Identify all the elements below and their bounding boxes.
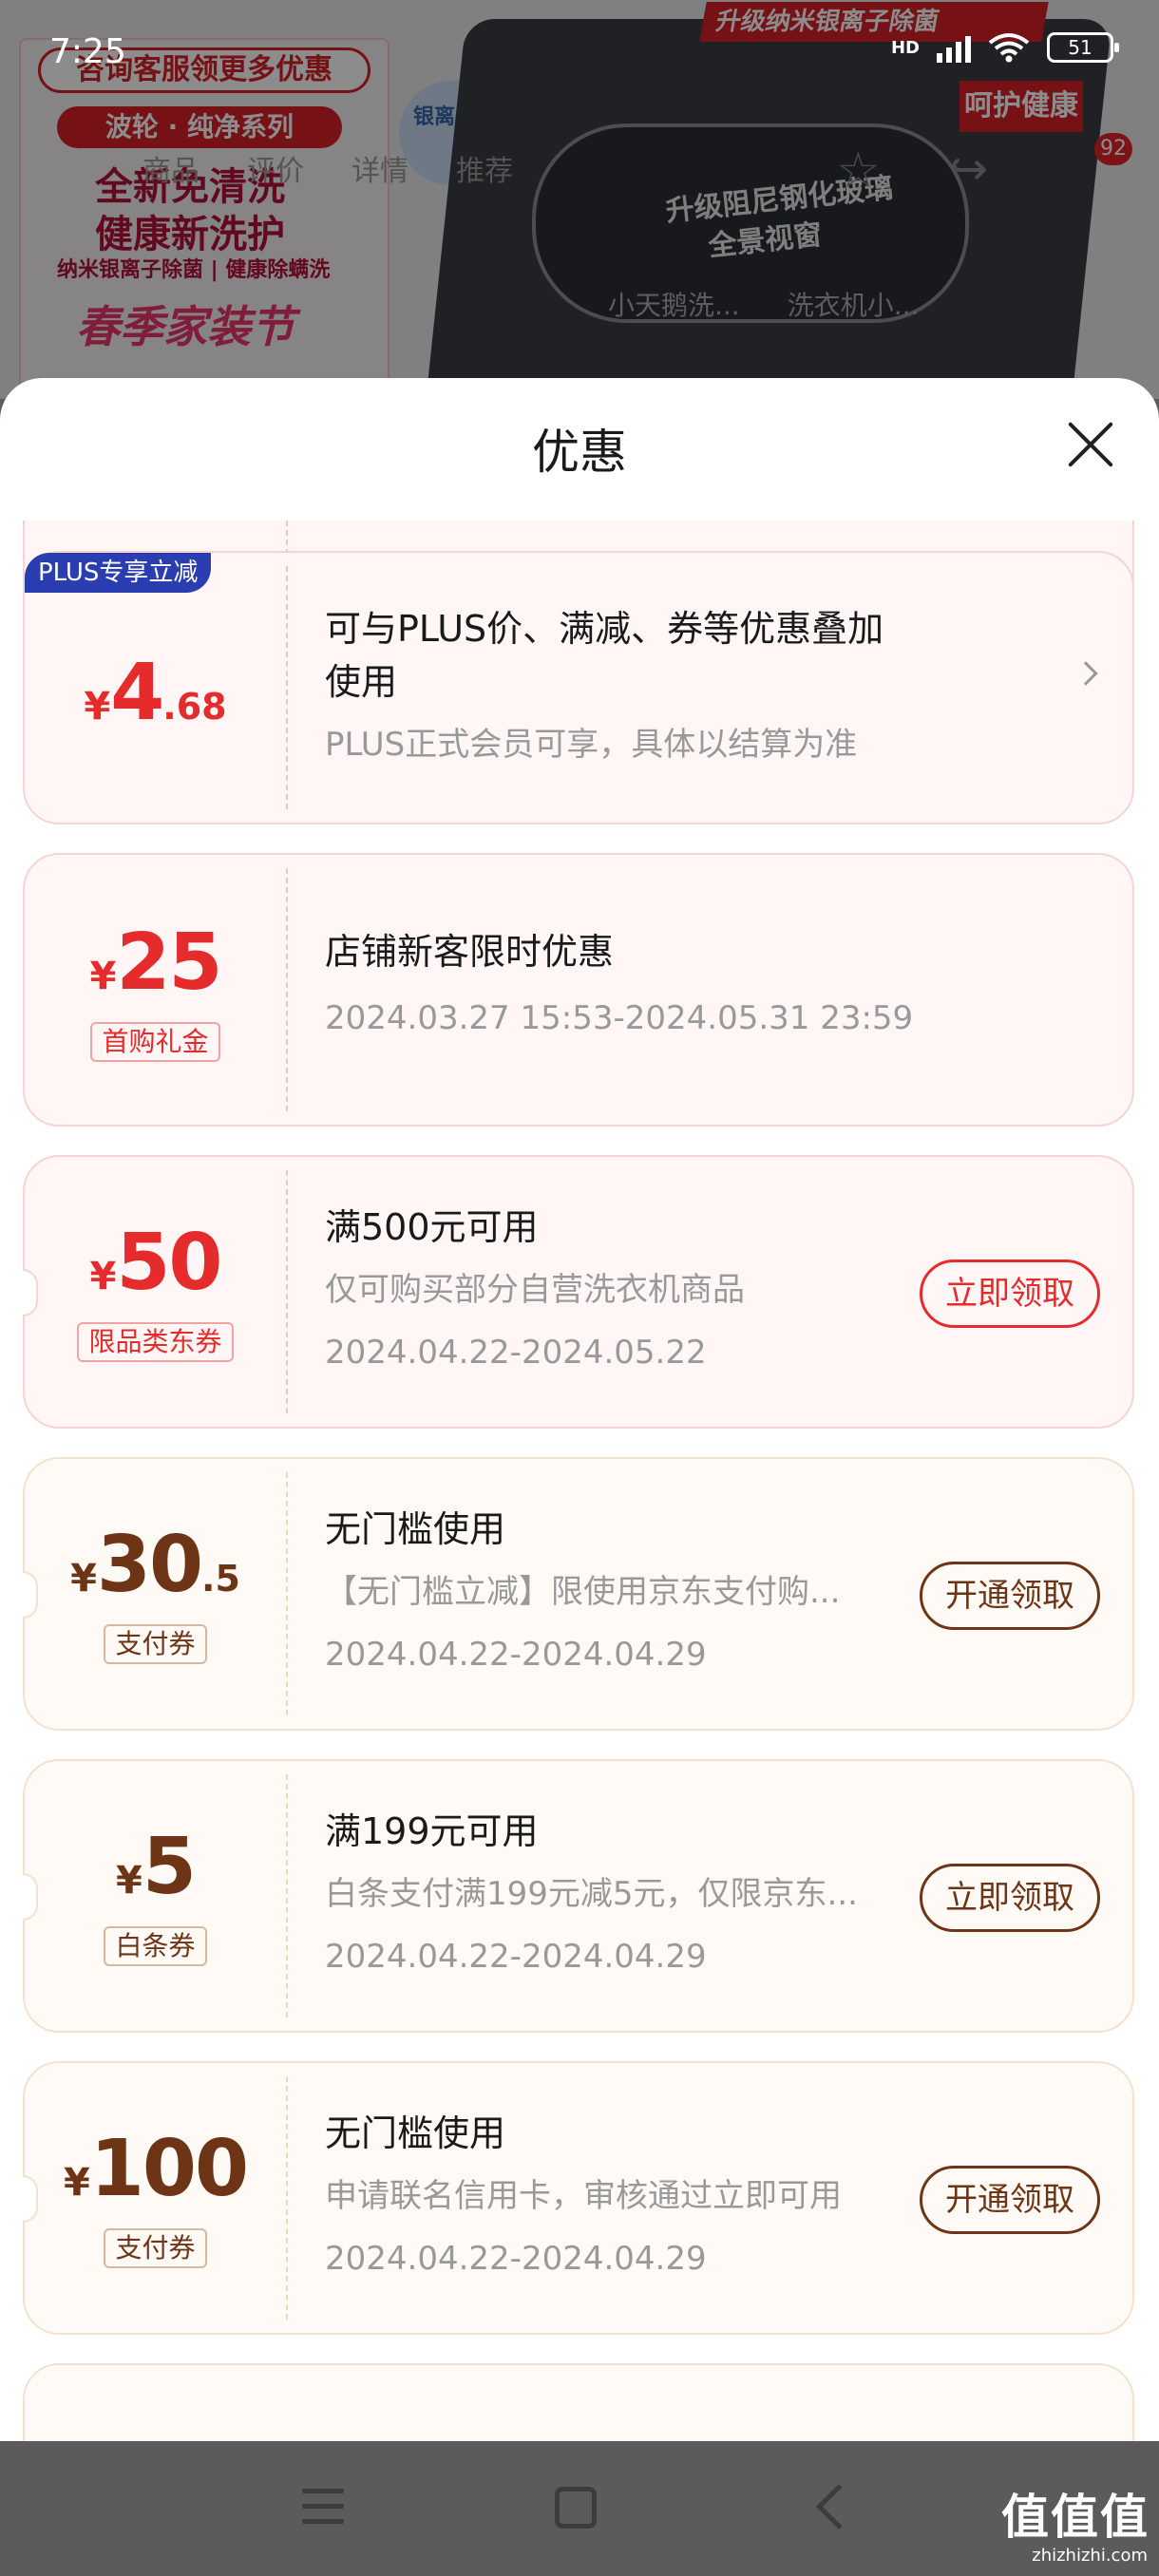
coupon-info: 无门槛使用 申请联名信用卡，审核通过立即可用 2024.04.22-2024.0… (325, 2107, 895, 2285)
coupon-card-credit[interactable]: ¥100 支付券 无门槛使用 申请联名信用卡，审核通过立即可用 2024.04.… (23, 2061, 1134, 2335)
coupon-info: 无门槛使用 【无门槛立减】限使用京东支付购... 2024.04.22-2024… (325, 1503, 895, 1681)
menu-icon[interactable] (302, 2489, 344, 2527)
coupon-title: 满199元可用 (325, 1810, 539, 1852)
coupon-amount: ¥4.68 (84, 648, 227, 738)
battery-icon: 51 (1047, 32, 1119, 63)
coupon-info: 满199元可用 白条支付满199元减5元，仅限京东... 2024.04.22-… (325, 1805, 895, 1983)
coupon-desc: PLUS正式会员可享，具体以结算为准 (325, 726, 858, 764)
close-icon[interactable] (1064, 418, 1117, 471)
coupon-desc: 白条支付满199元减5元，仅限京东... (325, 1875, 858, 1913)
claim-now-button[interactable]: 立即领取 (920, 1864, 1100, 1932)
coupon-amount: ¥5 (116, 1822, 197, 1912)
coupon-info: 满500元可用 仅可购买部分自营洗衣机商品 2024.04.22-2024.05… (325, 1201, 895, 1379)
coupon-title: 满500元可用 (325, 1206, 539, 1248)
coupon-title-cont: 使用 (325, 661, 398, 703)
signal-icon (937, 32, 971, 63)
back-icon[interactable] (815, 2483, 863, 2530)
coupon-amount: ¥100 (63, 2124, 249, 2214)
coupon-desc: 申请联名信用卡，审核通过立即可用 (325, 2177, 842, 2215)
system-nav-bar (0, 2441, 1159, 2576)
coupon-tag: 首购礼金 (25, 1022, 286, 1062)
coupon-tag: 支付券 (25, 2228, 286, 2268)
coupon-date: 2024.03.27 15:53-2024.05.31 23:59 (325, 999, 914, 1037)
coupon-card-pay[interactable]: ¥30.5 支付券 无门槛使用 【无门槛立减】限使用京东支付购... 2024.… (23, 1457, 1134, 1731)
coupon-card-category[interactable]: ¥50 限品类东券 满500元可用 仅可购买部分自营洗衣机商品 2024.04.… (23, 1155, 1134, 1429)
coupon-date: 2024.04.22-2024.04.29 (325, 2240, 707, 2278)
status-icons: HD 51 (890, 32, 1119, 63)
sheet-title: 优惠 (532, 425, 627, 480)
hd-icon: HD (890, 37, 920, 58)
coupon-tag: 限品类东券 (25, 1322, 286, 1362)
wifi-icon (988, 33, 1030, 63)
coupon-title: 无门槛使用 (325, 2112, 506, 2154)
coupon-desc: 【无门槛立减】限使用京东支付购... (325, 1573, 841, 1611)
coupon-title: 店铺新客限时优惠 (325, 931, 615, 973)
coupon-title: 可与PLUS价、满减、券等优惠叠加 (325, 608, 884, 650)
coupon-card-partial (23, 2363, 1134, 2441)
site-watermark: 值值值 (1001, 2490, 1150, 2545)
site-watermark-url: zhizhizhi.com (1032, 2546, 1148, 2566)
coupon-list[interactable]: PLUS专享立减 ¥4.68 可与PLUS价、满减、券等优惠叠加 使用 PLUS… (0, 521, 1159, 2441)
plus-badge: PLUS专享立减 (25, 553, 212, 593)
coupon-info: 可与PLUS价、满减、券等优惠叠加 使用 PLUS正式会员可享，具体以结算为准 (325, 602, 1047, 771)
coupon-tag: 支付券 (25, 1624, 286, 1664)
status-bar: 7:25 HD 51 (0, 0, 1159, 104)
coupon-amount: ¥25 (89, 918, 223, 1008)
coupon-card-baitiao[interactable]: ¥5 白条券 满199元可用 白条支付满199元减5元，仅限京东... 2024… (23, 1759, 1134, 2033)
discount-sheet: 优惠 PLUS专享立减 ¥4.68 可与PLUS价、满减、券等优惠叠加 使用 P… (0, 378, 1159, 2441)
coupon-amount: ¥50 (89, 1218, 223, 1308)
clock: 7:25 (49, 32, 126, 71)
open-and-claim-button[interactable]: 开通领取 (920, 1562, 1100, 1630)
coupon-date: 2024.04.22-2024.04.29 (325, 1938, 707, 1976)
coupon-amount: ¥30.5 (70, 1520, 240, 1610)
coupon-tag: 白条券 (25, 1926, 286, 1966)
chevron-right-icon[interactable] (1074, 661, 1098, 686)
coupon-title: 无门槛使用 (325, 1508, 506, 1550)
coupon-card-new-customer[interactable]: ¥25 首购礼金 店铺新客限时优惠 2024.03.27 15:53-2024.… (23, 853, 1134, 1127)
coupon-date: 2024.04.22-2024.04.29 (325, 1636, 707, 1674)
coupon-desc: 仅可购买部分自营洗衣机商品 (325, 1271, 745, 1309)
coupon-card-plus[interactable]: PLUS专享立减 ¥4.68 可与PLUS价、满减、券等优惠叠加 使用 PLUS… (23, 551, 1134, 824)
open-and-claim-button[interactable]: 开通领取 (920, 2166, 1100, 2234)
claim-now-button[interactable]: 立即领取 (920, 1260, 1100, 1328)
home-icon[interactable] (555, 2487, 597, 2529)
coupon-date: 2024.04.22-2024.05.22 (325, 1334, 707, 1372)
coupon-info: 店铺新客限时优惠 2024.03.27 15:53-2024.05.31 23:… (325, 925, 1104, 1045)
